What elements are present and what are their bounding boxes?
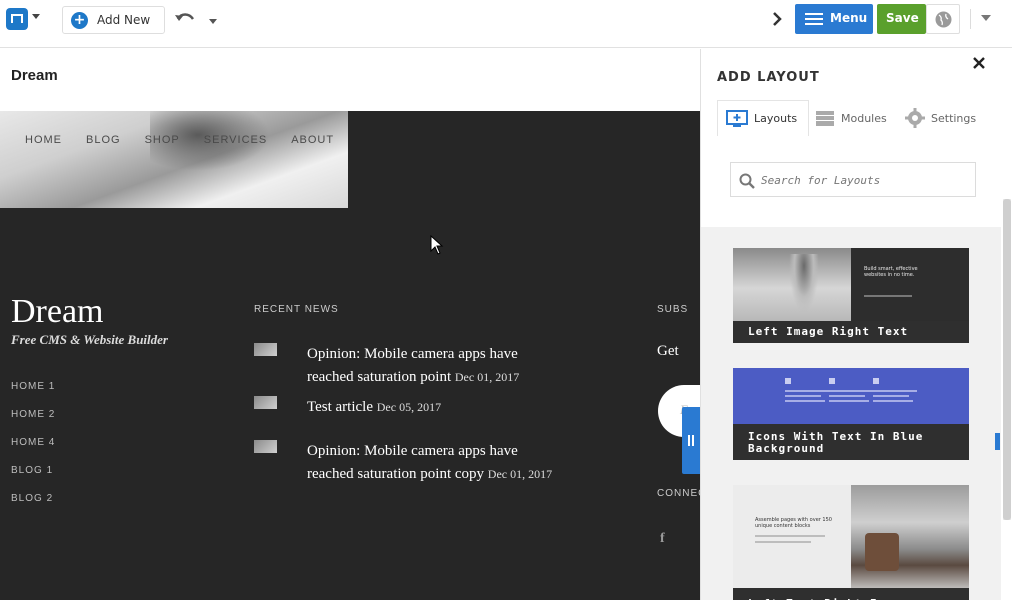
footer-link[interactable]: BLOG 1 — [11, 465, 55, 493]
recent-news-heading: RECENT NEWS — [254, 304, 339, 315]
panel-title: ADD LAYOUT — [717, 70, 820, 85]
layout-card-label: Left Text Right Image — [733, 588, 969, 600]
footer-brand: Dream — [11, 293, 104, 330]
panel-tabs: Layouts Modules Settings — [717, 100, 997, 136]
footer-link[interactable]: HOME 1 — [11, 381, 55, 409]
toolbar-divider — [970, 9, 971, 29]
mouse-cursor-icon — [430, 235, 444, 255]
menu-label: Menu — [830, 11, 868, 25]
layout-search-box[interactable] — [730, 162, 976, 197]
footer-link[interactable]: HOME 4 — [11, 437, 55, 465]
tab-settings[interactable]: Settings — [905, 100, 997, 136]
facebook-icon[interactable]: f — [660, 531, 665, 547]
tab-label: Settings — [931, 111, 977, 125]
news-item[interactable]: Test article Dec 05, 2017 — [254, 396, 564, 422]
subscribe-text: Get — [657, 343, 679, 359]
chevron-right-icon[interactable] — [770, 10, 784, 28]
tab-label: Layouts — [754, 112, 798, 125]
builder-toolbar: + Add New Menu Save — [0, 0, 1012, 48]
nav-item-services[interactable]: SERVICES — [204, 134, 267, 146]
layout-card[interactable]: Assemble pages with over 150 unique cont… — [733, 485, 969, 600]
layout-card-label: Icons With Text In Blue Background — [733, 426, 969, 460]
add-new-button[interactable]: + Add New — [62, 6, 165, 34]
tab-label: Modules — [841, 111, 887, 125]
nav-item-home[interactable]: HOME — [25, 134, 62, 146]
scrollbar-thumb[interactable] — [1003, 199, 1011, 520]
globe-icon — [935, 11, 952, 28]
publish-globe-button[interactable] — [926, 4, 960, 34]
layout-card[interactable]: Build smart, effective websites in no ti… — [733, 248, 969, 343]
layout-thumbnail — [733, 248, 851, 321]
save-button[interactable]: Save — [877, 4, 926, 34]
panel-drag-handle[interactable] — [682, 407, 700, 474]
page-canvas: HOME BLOG SHOP SERVICES ABOUT Dream Free… — [0, 111, 700, 600]
plus-icon: + — [71, 12, 88, 29]
layout-thumbnail — [733, 368, 969, 424]
add-layout-panel: ADD LAYOUT Layouts Modules Settings Sear… — [700, 49, 1012, 600]
nav-item-about[interactable]: ABOUT — [291, 134, 334, 146]
thumbnail-heading: Build smart, effective websites in no ti… — [864, 266, 918, 278]
news-date: Dec 01, 2017 — [487, 467, 553, 481]
layout-card-label: Left Image Right Text — [733, 321, 969, 343]
news-item[interactable]: Opinion: Mobile camera apps have reached… — [254, 343, 564, 393]
undo-history-chevron-icon[interactable] — [209, 19, 217, 24]
undo-icon[interactable] — [174, 10, 196, 28]
news-date: Dec 05, 2017 — [376, 400, 442, 414]
news-thumbnail[interactable] — [254, 343, 277, 356]
news-title[interactable]: Test article — [307, 399, 373, 415]
subscribe-heading: SUBS — [657, 304, 689, 315]
search-icon — [739, 173, 755, 189]
news-title[interactable]: Opinion: Mobile camera apps have reached… — [307, 443, 518, 482]
save-label: Save — [886, 11, 919, 25]
close-icon[interactable] — [973, 57, 985, 69]
news-thumbnail[interactable] — [254, 396, 277, 409]
news-thumbnail[interactable] — [254, 440, 277, 453]
menu-button[interactable]: Menu — [795, 4, 873, 34]
footer-link[interactable]: HOME 2 — [11, 409, 55, 437]
layout-thumbnail-text: Build smart, effective websites in no ti… — [851, 248, 969, 321]
thumbnail-heading: Assemble pages with over 150 unique cont… — [755, 517, 832, 529]
more-options-chevron-icon[interactable] — [981, 15, 991, 21]
tab-modules[interactable]: Modules — [815, 100, 897, 136]
nav-item-shop[interactable]: SHOP — [145, 134, 180, 146]
search-input[interactable] — [761, 171, 961, 189]
news-item[interactable]: Opinion: Mobile camera apps have reached… — [254, 440, 564, 512]
panel-scrollbar[interactable] — [1003, 199, 1011, 520]
site-title[interactable]: Dream — [11, 67, 58, 84]
monitor-icon — [726, 109, 748, 127]
nav-item-blog[interactable]: BLOG — [86, 134, 121, 146]
scroll-position-marker — [995, 433, 1000, 450]
layout-card[interactable]: Icons With Text In Blue Background — [733, 368, 969, 460]
gear-icon — [905, 108, 925, 128]
connect-heading: CONNEC — [657, 488, 700, 499]
hamburger-icon — [805, 13, 823, 25]
stack-icon — [816, 111, 834, 126]
layout-list: Build smart, effective websites in no ti… — [701, 227, 1001, 600]
add-new-label: Add New — [97, 13, 151, 27]
site-nav: HOME BLOG SHOP SERVICES ABOUT — [25, 134, 358, 146]
layout-thumbnail: Assemble pages with over 150 unique cont… — [733, 485, 969, 592]
news-date: Dec 01, 2017 — [454, 370, 520, 384]
site-header: Dream — [0, 49, 700, 111]
footer-links: HOME 1 HOME 2 HOME 4 BLOG 1 BLOG 2 — [11, 381, 55, 521]
footer-tagline: Free CMS & Website Builder — [11, 332, 168, 347]
chevron-down-icon[interactable] — [32, 14, 40, 19]
tab-layouts[interactable]: Layouts — [717, 100, 809, 136]
app-logo-icon[interactable] — [6, 8, 28, 30]
footer-link[interactable]: BLOG 2 — [11, 493, 55, 521]
hero-image[interactable] — [0, 111, 348, 208]
